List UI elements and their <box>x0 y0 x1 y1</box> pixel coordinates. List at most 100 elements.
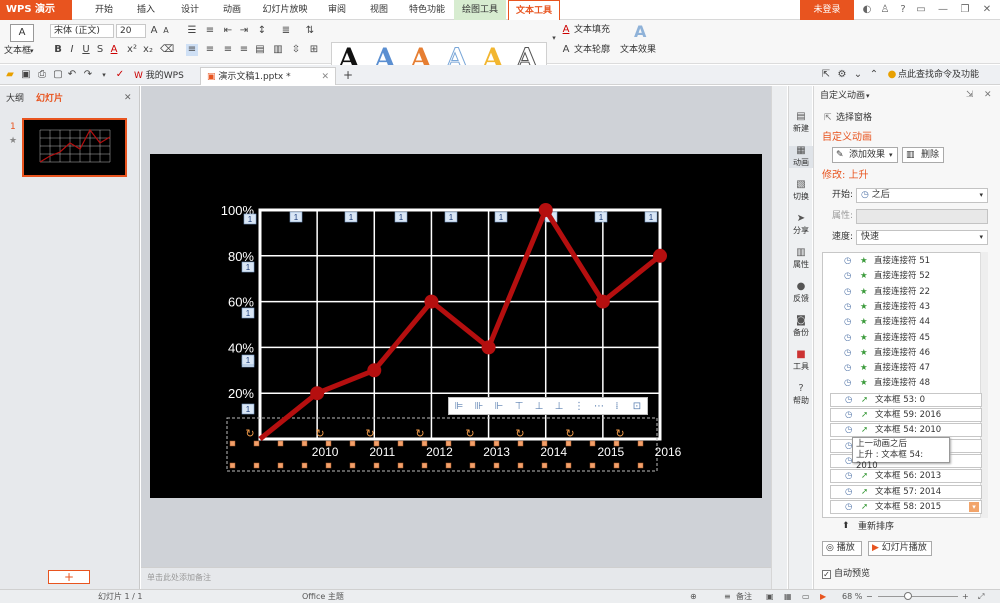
data-point[interactable] <box>595 294 610 309</box>
animation-list-item[interactable]: ◷ ★ 直接连接符 47 <box>830 362 982 376</box>
text-effect-button[interactable]: 文本效果 <box>620 43 656 57</box>
resize-handle[interactable] <box>229 462 236 469</box>
dropdown-icon[interactable]: ⌄ <box>852 69 864 81</box>
align-right-icon[interactable]: ⊩ <box>493 401 505 413</box>
bold-icon[interactable]: B <box>52 44 64 56</box>
rotate-handle-icon[interactable]: ↻ <box>315 428 324 440</box>
line-spacing-icon[interactable]: ↕ <box>256 25 268 37</box>
font-color-icon[interactable]: A <box>108 44 120 56</box>
resize-handle[interactable] <box>637 462 644 469</box>
rotate-handle-icon[interactable]: ↻ <box>465 428 474 440</box>
sidebar-item-share[interactable]: ➤ 分享 <box>789 214 813 236</box>
resize-handle[interactable] <box>565 462 572 469</box>
pin-icon[interactable]: ⇲ <box>966 89 974 102</box>
tab-insert[interactable]: 插入 <box>128 0 164 20</box>
text-outline-button[interactable]: 文本轮廓 <box>574 43 610 57</box>
line-chart[interactable]: 20%40%60%80%100%2010 2011 2012 2013 2014 2015… <box>150 154 762 498</box>
data-point[interactable] <box>481 340 496 355</box>
add-slide-button[interactable]: + <box>48 570 90 584</box>
pin-icon[interactable]: ⇱ <box>820 69 832 81</box>
align-center-icon[interactable]: ≡ <box>204 44 216 56</box>
justify-icon[interactable]: ≡ <box>238 44 250 56</box>
select-pane-button[interactable]: 选择窗格 <box>836 112 872 125</box>
zoom-slider-thumb[interactable] <box>904 592 912 600</box>
animation-list-item[interactable]: ◷ ➚ 文本框 53: 0 <box>830 392 982 407</box>
animation-list-item[interactable]: ◷ ★ 直接连接符 43 <box>830 301 982 315</box>
sidebar-item-animation[interactable]: ▦ 动画 <box>789 146 813 168</box>
data-point[interactable] <box>367 363 382 378</box>
preview-icon[interactable]: ▢ <box>52 69 64 81</box>
tab-design[interactable]: 设计 <box>172 0 208 20</box>
clear-format-icon[interactable]: ⌫ <box>160 44 174 56</box>
smart-art-icon[interactable]: ⊞ <box>308 44 320 56</box>
shadow-icon[interactable]: S <box>94 44 106 56</box>
rotate-handle-icon[interactable]: ↻ <box>245 428 254 440</box>
resize-handle[interactable] <box>613 462 620 469</box>
animation-list-item[interactable]: ◷ ★ 直接连接符 45 <box>830 332 982 346</box>
tab-outline[interactable]: 大纲 <box>6 92 24 106</box>
menu-icon[interactable]: ▭ <box>910 0 932 20</box>
slideshow-button[interactable]: ▶ 幻灯片播放 <box>868 541 932 556</box>
minimize-icon[interactable]: — <box>932 0 954 20</box>
zoom-in-icon[interactable]: + <box>962 590 969 603</box>
app-menu-button[interactable]: WPS 演示 <box>0 0 72 20</box>
resize-handle[interactable] <box>421 462 428 469</box>
animation-list-item[interactable]: ◷ ★ 直接连接符 44 <box>830 316 982 330</box>
align-right-icon[interactable]: ≡ <box>222 44 234 56</box>
save-icon[interactable]: ▣ <box>20 69 32 81</box>
settings-icon[interactable]: ⚙ <box>836 69 848 81</box>
text-outline-icon[interactable]: A <box>560 44 572 56</box>
close-icon[interactable]: ✕ <box>321 68 329 86</box>
resize-handle[interactable] <box>301 462 308 469</box>
notes-icon[interactable]: ≡ <box>724 590 731 603</box>
data-point[interactable] <box>424 294 439 309</box>
resize-handle[interactable] <box>517 462 524 469</box>
chevron-down-icon[interactable]: ▾ <box>866 90 870 103</box>
rotate-handle-icon[interactable]: ↻ <box>565 428 574 440</box>
resize-handle[interactable] <box>517 440 524 447</box>
resize-handle[interactable] <box>469 462 476 469</box>
more-icon[interactable]: ⊡ <box>631 401 643 413</box>
slide[interactable]: 20% 40% 60% 80% 100% 2010 2011 2012 2013 2014 2015… <box>150 154 762 498</box>
animation-list-item[interactable]: ◷ ★ 直接连接符 48 <box>830 377 982 391</box>
numbering-icon[interactable]: ≡ <box>204 25 216 37</box>
fit-window-icon[interactable]: ⤢ <box>978 590 984 603</box>
sorter-view-icon[interactable]: ▦ <box>784 590 792 603</box>
fit-icon[interactable]: ⊕ <box>690 590 697 603</box>
textbox-button[interactable]: 文本框 <box>4 44 31 58</box>
animation-list-item[interactable]: ◷ ★ 直接连接符 52 <box>830 270 982 284</box>
data-point[interactable] <box>310 386 325 401</box>
resize-handle[interactable] <box>349 462 356 469</box>
rotate-handle-icon[interactable]: ↻ <box>415 428 424 440</box>
tab-my-wps[interactable]: W 我的WPS <box>128 67 198 85</box>
animation-list-item[interactable]: ◷ ★ 直接连接符 46 <box>830 347 982 361</box>
zoom-out-icon[interactable]: − <box>866 590 873 603</box>
resize-handle[interactable] <box>445 462 452 469</box>
reading-view-icon[interactable]: ▭ <box>802 590 810 603</box>
sidebar-item-new[interactable]: ▤ 新建 <box>789 112 813 134</box>
decrease-indent-icon[interactable]: ⇤ <box>222 25 234 37</box>
play-button[interactable]: ◎ 播放 <box>822 541 862 556</box>
autopreview-checkbox[interactable]: ✓ <box>822 570 831 579</box>
resize-handle[interactable] <box>565 440 572 447</box>
tab-review[interactable]: 审阅 <box>320 0 354 20</box>
animation-list-item[interactable]: ◷ ➚ 文本框 58: 2015 ▾ <box>830 499 982 514</box>
sidebar-item-backup[interactable]: ◙ 备份 <box>789 316 813 338</box>
brush-icon[interactable]: ✓ <box>114 69 126 81</box>
tab-slides[interactable]: 幻灯片 <box>36 92 63 106</box>
resize-handle[interactable] <box>541 440 548 447</box>
speed-select[interactable]: 快速 ▾ <box>856 230 988 245</box>
normal-view-icon[interactable]: ▣ <box>766 590 774 603</box>
tab-animation[interactable]: 动画 <box>214 0 250 20</box>
resize-handle[interactable] <box>637 440 644 447</box>
new-tab-icon[interactable]: + <box>342 69 354 81</box>
animation-list-item[interactable]: ◷ ➚ 文本框 59: 2016 <box>830 408 982 422</box>
distribute-h-icon[interactable]: ⋮ <box>573 401 585 413</box>
redo-icon[interactable]: ↷ <box>82 69 94 81</box>
resize-handle[interactable] <box>373 462 380 469</box>
chevron-down-icon[interactable]: ▾ <box>30 44 34 58</box>
tab-text-tools[interactable]: 文本工具 <box>508 0 560 20</box>
resize-handle[interactable] <box>397 440 404 447</box>
tab-slideshow[interactable]: 幻灯片放映 <box>256 0 314 20</box>
data-point[interactable] <box>538 203 553 217</box>
